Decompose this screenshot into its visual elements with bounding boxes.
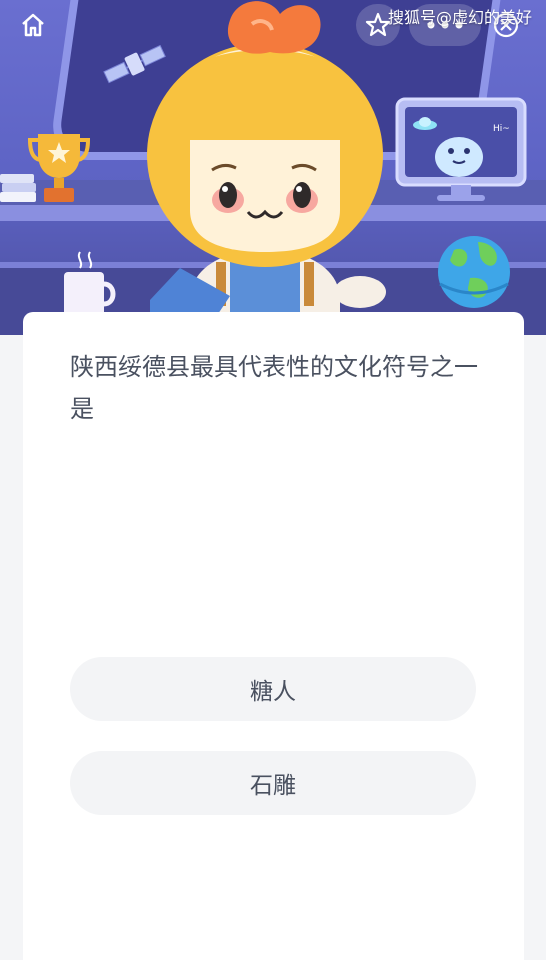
home-button[interactable] <box>12 6 54 44</box>
question-card: 陕西绥德县最具代表性的文化符号之一是 糖人 石雕 <box>23 312 524 960</box>
monitor-illustration: Hi~ <box>395 97 527 201</box>
answer-option-b[interactable]: 石雕 <box>70 751 476 815</box>
mascot-illustration <box>147 1 386 335</box>
trophy-icon <box>28 134 90 202</box>
home-icon <box>22 13 44 37</box>
monitor-text: Hi~ <box>493 124 510 134</box>
watermark-text: 搜狐号@虚幻的美好 <box>388 8 533 27</box>
mug-icon <box>64 251 116 318</box>
answer-option-a[interactable]: 糖人 <box>70 657 476 721</box>
globe-icon <box>438 236 510 308</box>
header-banner: Hi~ 搜狐号@虚幻的美好 <box>0 0 546 335</box>
question-text: 陕西绥德县最具代表性的文化符号之一是 <box>70 353 478 423</box>
